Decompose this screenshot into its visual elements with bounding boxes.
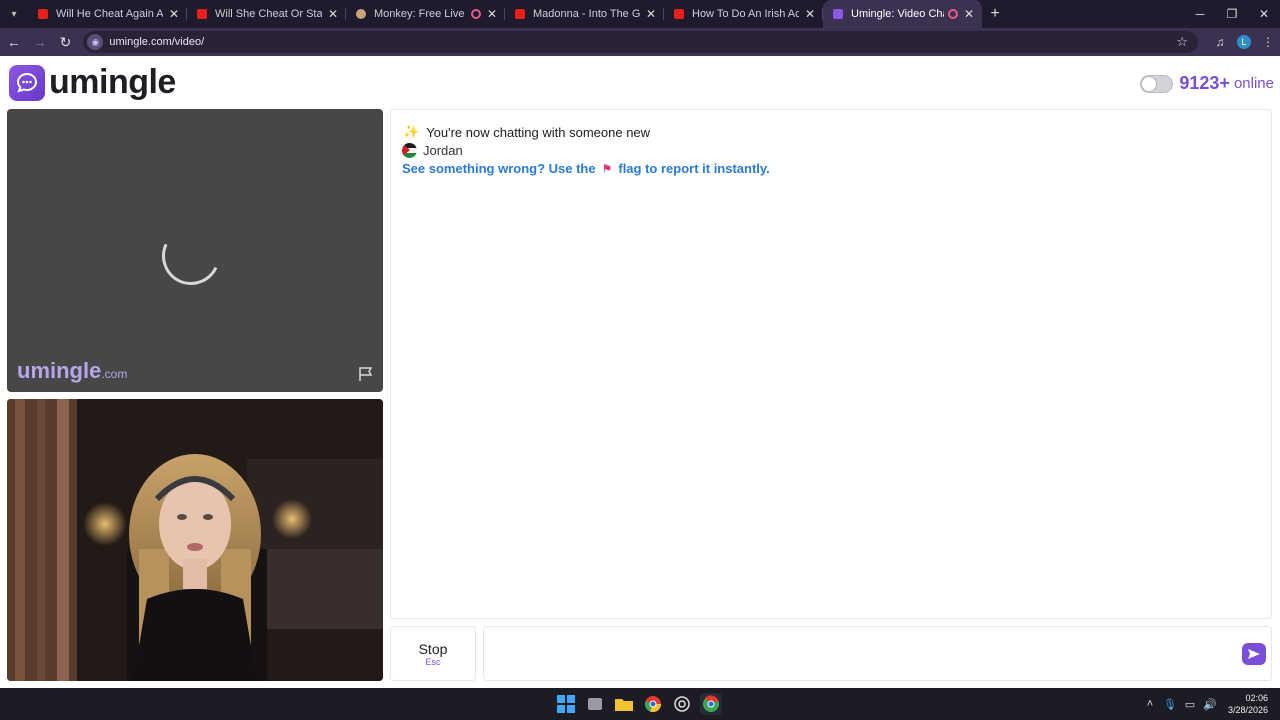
forward-icon[interactable]: → [28, 30, 52, 54]
chat-log: ✨ You're now chatting with someone new J… [390, 109, 1272, 619]
profile-avatar[interactable]: L [1237, 35, 1251, 49]
send-icon[interactable] [1242, 643, 1266, 665]
file-explorer-icon[interactable] [613, 693, 635, 715]
stop-button[interactable]: Stop Esc [390, 626, 476, 681]
logo-text: umingle [49, 63, 176, 101]
online-label: online [1233, 75, 1274, 92]
youtube-icon [674, 9, 684, 19]
app-icon[interactable] [671, 693, 693, 715]
tab-monkey[interactable]: Monkey: Free Live Video Ch ✕ [346, 0, 505, 28]
network-icon[interactable]: ▭ [1180, 698, 1200, 711]
close-icon[interactable]: ✕ [646, 7, 656, 21]
report-flag-icon[interactable] [358, 366, 374, 382]
tab-title: Madonna - Into The Groove - Y [533, 8, 640, 20]
tab-youtube-2[interactable]: Will She Cheat Or Stay Loyal Af ✕ [187, 0, 346, 28]
bookmark-star-icon[interactable]: ☆ [1176, 34, 1188, 50]
online-count: 9123+ [1179, 73, 1230, 93]
report-notice: See something wrong? Use the ⚑ flag to r… [402, 161, 770, 176]
microphone-icon[interactable]: 🎙 [1160, 698, 1180, 711]
tab-title: Umingle: Video Chat with S [851, 8, 944, 20]
tab-strip: ▾ Will He Cheat Again After She ✕ Will S… [0, 0, 1280, 28]
stranger-video: umingle.com [7, 109, 383, 392]
video-watermark: umingle.com [17, 358, 127, 384]
volume-icon[interactable]: 🔊 [1200, 698, 1220, 711]
partner-name: Jordan [423, 143, 463, 158]
umingle-icon [833, 9, 843, 19]
tab-umingle[interactable]: Umingle: Video Chat with S ✕ [823, 0, 982, 28]
close-icon[interactable]: ✕ [328, 7, 338, 21]
webcam-image [7, 399, 383, 681]
new-tab-button[interactable]: + [982, 1, 1008, 27]
reload-icon[interactable]: ↻ [54, 30, 78, 54]
system-message: ✨ You're now chatting with someone new [403, 124, 650, 140]
message-input[interactable] [483, 626, 1272, 681]
windows-start-icon[interactable] [555, 693, 577, 715]
tab-youtube-4[interactable]: How To Do An Irish Accent In U ✕ [664, 0, 823, 28]
close-icon[interactable]: ✕ [805, 7, 815, 21]
tab-title: Will He Cheat Again After She [56, 8, 163, 20]
back-icon[interactable]: ← [2, 30, 26, 54]
online-status: 9123+ online [1140, 73, 1274, 94]
toggle-knob [1142, 76, 1157, 91]
menu-kebab-icon[interactable]: ⋮ [1256, 35, 1280, 49]
partner-info: Jordan [402, 143, 463, 158]
tab-youtube-1[interactable]: Will He Cheat Again After She ✕ [28, 0, 187, 28]
status-line: You're now chatting with someone new [426, 124, 651, 140]
restore-icon[interactable]: ❐ [1216, 0, 1248, 28]
task-view-icon[interactable] [584, 693, 606, 715]
site-info-icon[interactable]: ◉ [87, 34, 104, 50]
monkey-icon [356, 9, 366, 19]
youtube-icon [515, 9, 525, 19]
country-flag-icon [402, 143, 417, 158]
stop-label: Stop [418, 641, 448, 657]
umingle-page: umingle 9123+ online umingle.com ✨ You'r… [0, 56, 1280, 688]
loading-spinner-icon [153, 218, 229, 294]
tab-youtube-3[interactable]: Madonna - Into The Groove - Y ✕ [505, 0, 664, 28]
tab-title: Monkey: Free Live Video Ch [374, 8, 467, 20]
theme-toggle[interactable] [1140, 74, 1174, 93]
windows-taskbar: ˄ 🎙 ▭ 🔊 02:06 3/28/2026 [0, 688, 1280, 720]
sparkles-icon: ✨ [403, 124, 420, 139]
watermark-suffix: .com [101, 367, 128, 381]
address-url[interactable]: umingle.com/video/ [109, 36, 204, 48]
tab-title: Will She Cheat Or Stay Loyal Af [215, 8, 322, 20]
report-text-after: flag to report it instantly. [618, 161, 770, 176]
browser-toolbar: ← → ↻ ◉ umingle.com/video/ ☆ ♫ L ⋮ [0, 28, 1280, 56]
youtube-icon [197, 9, 207, 19]
minimize-icon[interactable]: ─ [1184, 0, 1216, 28]
audio-playing-icon[interactable] [470, 9, 481, 19]
close-icon[interactable]: ✕ [964, 7, 974, 21]
media-controls-icon[interactable]: ♫ [1208, 35, 1232, 49]
tab-search-icon[interactable]: ▾ [0, 0, 28, 28]
close-window-icon[interactable]: ✕ [1248, 0, 1280, 28]
flag-icon: ⚑ [601, 161, 613, 176]
clock-date: 3/28/2026 [1227, 705, 1268, 715]
chrome-icon[interactable] [642, 693, 664, 715]
chat-bubble-logo-icon [9, 64, 45, 101]
youtube-icon [38, 9, 48, 19]
clock-time: 02:06 [1245, 693, 1268, 703]
close-icon[interactable]: ✕ [487, 7, 497, 21]
tab-title: How To Do An Irish Accent In U [692, 8, 799, 20]
audio-playing-icon[interactable] [947, 9, 958, 19]
watermark-main: umingle [17, 358, 102, 383]
self-video [7, 399, 383, 681]
chrome-profile-icon[interactable] [700, 693, 722, 715]
clock[interactable]: 02:06 3/28/2026 [1228, 692, 1268, 716]
stop-shortcut: Esc [425, 657, 441, 667]
close-icon[interactable]: ✕ [169, 7, 179, 21]
address-bar[interactable]: ◉ umingle.com/video/ ☆ [83, 31, 1198, 53]
report-text-before: See something wrong? Use the [402, 161, 596, 176]
site-logo[interactable]: umingle [9, 63, 176, 102]
chevron-up-icon[interactable]: ˄ [1140, 698, 1160, 710]
